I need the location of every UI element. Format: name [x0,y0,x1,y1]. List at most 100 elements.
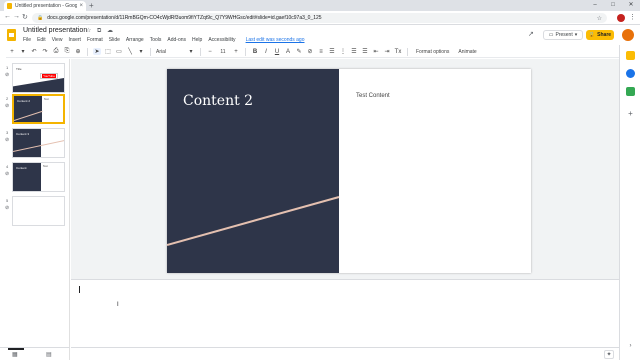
slides-favicon-icon [7,3,12,9]
decrease-indent-icon[interactable]: ⇤ [372,48,380,55]
activity-trend-icon[interactable]: ↗ [528,30,534,40]
minimize-button[interactable]: – [586,0,604,11]
current-slide[interactable]: Content 2 Test Content [167,69,531,273]
last-edit-link[interactable]: Last edit was seconds ago [246,37,305,43]
title-action-icons[interactable]: ☆ ⧉ ☁ [86,27,115,35]
increase-font-size-icon[interactable]: + [232,49,240,55]
present-dropdown-icon[interactable]: ▾ [575,32,578,38]
back-button[interactable]: ← [4,13,11,20]
zoom-icon[interactable]: ⊕ [74,48,82,55]
user-avatar[interactable] [622,29,634,41]
redo-icon[interactable]: ↷ [41,48,49,55]
increase-indent-icon[interactable]: ⇥ [383,48,391,55]
decrease-font-size-icon[interactable]: − [206,49,214,55]
slide-thumbnail-row[interactable]: 1 ⊘ Title YouTube [0,63,70,95]
url-text[interactable]: docs.google.com/presentation/d/11RmBGQm-… [47,15,596,21]
menu-format[interactable]: Format [87,37,103,43]
keep-icon[interactable] [626,51,635,60]
speaker-notes[interactable]: I [71,282,619,347]
explore-icon[interactable]: ✦ [604,350,614,359]
line-dropdown-icon[interactable]: ▾ [137,48,145,55]
menu-edit[interactable]: Edit [37,37,46,43]
new-slide-dropdown-icon[interactable]: ▾ [19,48,27,55]
reload-button[interactable]: ↻ [22,13,28,21]
line-spacing-icon[interactable]: ⋮ [339,48,347,55]
text-color-icon[interactable]: A [284,49,292,55]
tasks-icon[interactable] [626,69,635,78]
slide-thumbnail-row[interactable]: 2 ⊘ Content 2 Test [0,94,70,126]
slide-thumbnail-1[interactable]: Title YouTube [12,63,65,93]
browser-tab[interactable]: Untitled presentation - Google Sl × [4,1,86,11]
maximize-button[interactable]: □ [604,0,622,11]
slides-logo-icon[interactable] [7,29,16,41]
omnibox[interactable]: 🔒 docs.google.com/presentation/d/11RmBGQ… [32,13,607,23]
undo-icon[interactable]: ↶ [30,48,38,55]
underline-icon[interactable]: U [273,49,281,55]
slide-thumbnail-3[interactable]: Content 3 [12,128,65,158]
grid-view-icon[interactable]: ▤ [46,351,52,358]
highlight-icon[interactable]: ✎ [295,48,303,55]
slide-thumbnail-2-selected[interactable]: Content 2 Test [12,94,65,124]
menu-view[interactable]: View [52,37,63,43]
menu-help[interactable]: Help [192,37,202,43]
forward-button[interactable]: → [13,13,20,20]
menu-slide[interactable]: Slide [109,37,120,43]
menu-arrange[interactable]: Arrange [126,37,144,43]
link-icon: ⊘ [5,72,10,78]
window-close-button[interactable]: ✕ [622,0,640,11]
numbered-list-icon[interactable]: ☰ [350,48,358,55]
menu-file[interactable]: File [23,37,31,43]
slide-thumbnail-row[interactable]: 4 ⊘ Content Test [0,162,70,194]
slide-number: 2 [6,96,9,101]
format-options-button[interactable]: Format options [413,49,452,55]
bookmark-star-icon[interactable]: ☆ [597,15,602,22]
menu-tools[interactable]: Tools [150,37,162,43]
link-icon[interactable]: ⊘ [306,48,314,55]
slide-accent-line[interactable] [167,196,340,246]
align-icon[interactable]: ☰ [328,48,336,55]
slide-thumbnail-4[interactable]: Content Test [12,162,65,192]
font-dropdown-icon[interactable]: ▾ [187,48,195,55]
menu-accessibility[interactable]: Accessibility [208,37,235,43]
link-icon: ⊘ [5,171,10,177]
italic-icon[interactable]: I [262,49,270,55]
filmstrip-view-icon[interactable]: ▦ [12,351,18,358]
bulleted-list-icon[interactable]: ☰ [361,48,369,55]
clear-formatting-icon[interactable]: Tx [394,49,402,55]
collapse-side-panel-icon[interactable]: › [626,343,635,352]
new-slide-icon[interactable]: + [8,49,16,55]
tab-close-icon[interactable]: × [79,3,83,9]
link-icon: ⊘ [5,137,10,143]
comment-add-icon[interactable]: ≡ [317,49,325,55]
textbox-icon[interactable]: ⬚ [104,48,112,55]
font-size-input[interactable]: 11 [217,49,229,55]
calendar-icon[interactable] [626,87,635,96]
select-cursor-icon[interactable]: ➤ [93,48,101,55]
toolbar-divider [87,47,88,56]
slide-thumbnail-row[interactable]: 5 ⊘ [0,196,70,228]
slide-thumbnail-5[interactable] [12,196,65,226]
bold-icon[interactable]: B [251,49,259,55]
shape-icon[interactable]: ▭ [115,48,123,55]
get-addons-icon[interactable]: + [626,109,635,118]
browser-menu-icon[interactable]: ⋮ [629,13,636,21]
youtube-logo-icon: YouTube [42,74,56,78]
document-title[interactable]: Untitled presentation [23,27,87,34]
line-icon[interactable]: ╲ [126,48,134,55]
paint-format-icon[interactable]: ⎘ [63,48,71,55]
animate-button[interactable]: Animate [455,49,479,55]
print-icon[interactable]: ⎙ [52,48,60,55]
font-family-select[interactable]: Arial [156,49,184,55]
toolbar-divider [407,47,408,56]
thumbnail-label: Test [44,98,49,101]
share-label: Share [597,32,612,38]
browser-profile-avatar[interactable] [617,14,625,22]
new-tab-button[interactable]: + [89,1,94,10]
slide-canvas: Content 2 Test Content [71,59,619,279]
share-button[interactable]: 🔒 Share [586,30,614,40]
browser-tabstrip: Untitled presentation - Google Sl × + – … [0,0,640,11]
menu-addons[interactable]: Add-ons [167,37,186,43]
slide-thumbnail-row[interactable]: 3 ⊘ Content 3 [0,128,70,160]
present-button[interactable]: ▭ Present ▾ [543,30,583,40]
menu-insert[interactable]: Insert [68,37,81,43]
